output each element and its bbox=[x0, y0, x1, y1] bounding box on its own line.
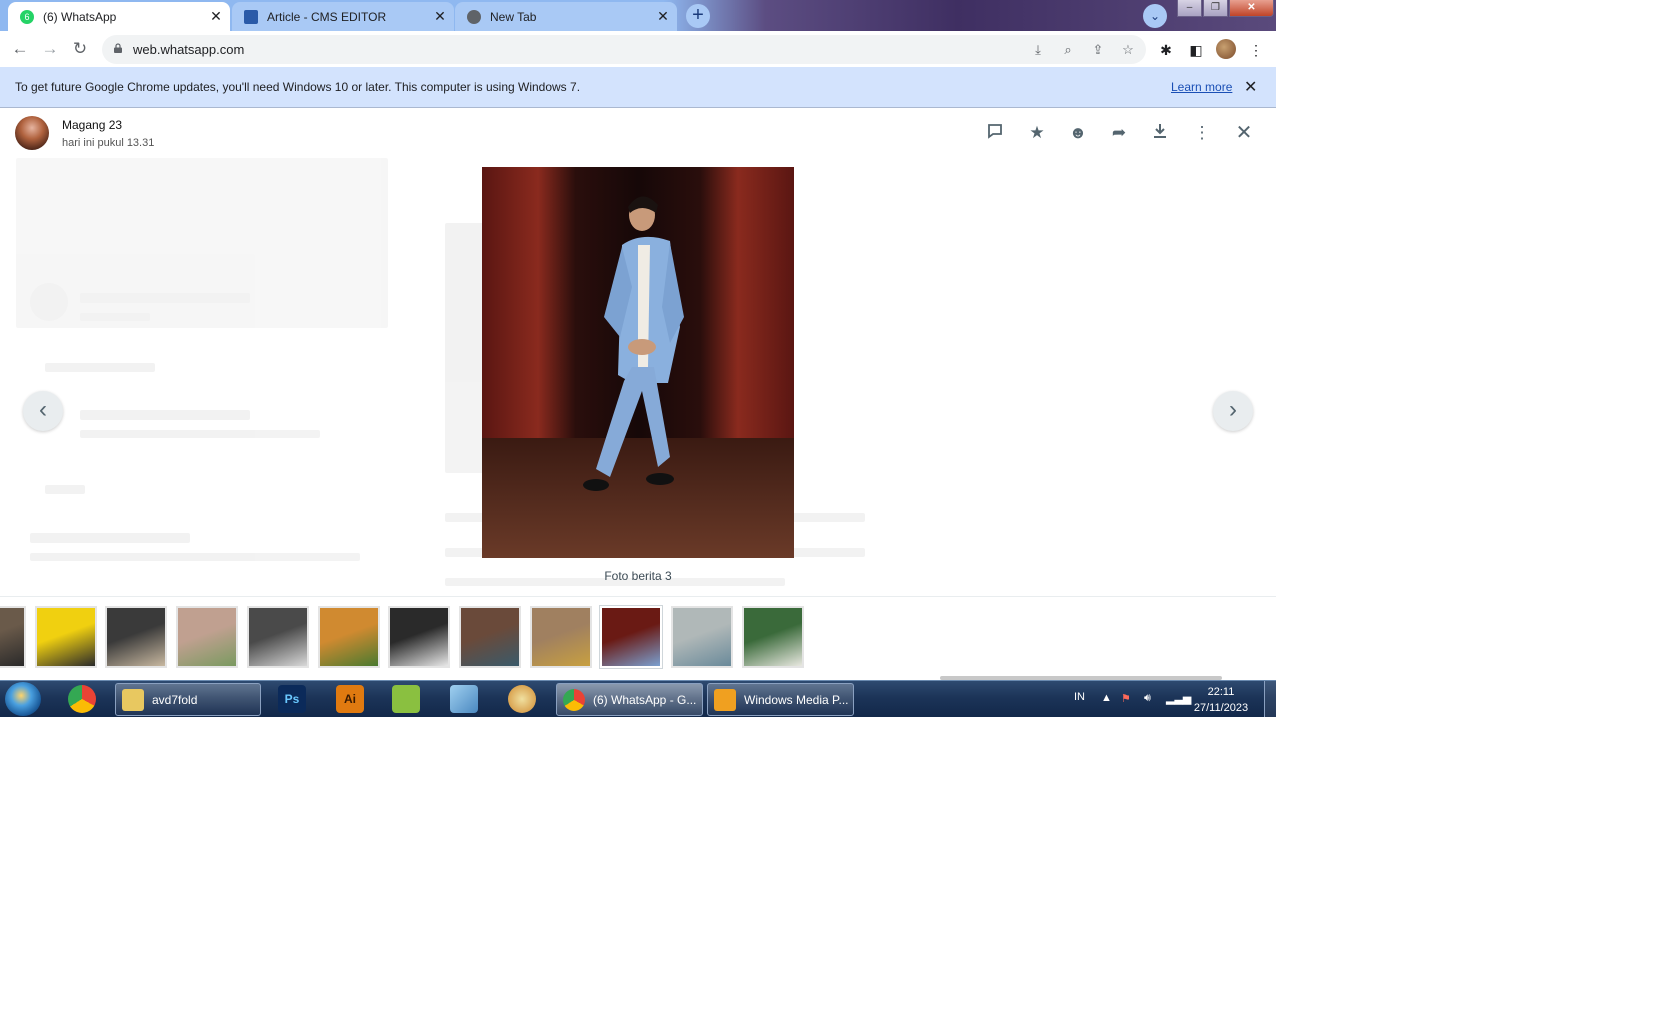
next-media-button[interactable]: › bbox=[1213, 391, 1253, 431]
tab-cms-editor[interactable]: Article - CMS EDITOR ✕ bbox=[232, 2, 454, 31]
react-emoji-icon[interactable]: ☻ bbox=[1067, 122, 1089, 144]
bookmark-star-icon[interactable]: ☆ bbox=[1118, 40, 1138, 60]
minimize-button[interactable]: – bbox=[1177, 0, 1202, 17]
volume-icon[interactable]: 🔊︎ bbox=[1144, 692, 1151, 705]
network-warning-icon[interactable]: ⚑ bbox=[1121, 692, 1131, 705]
tab-label: Article - CMS EDITOR bbox=[267, 9, 387, 24]
sketch-app-icon[interactable] bbox=[450, 685, 478, 713]
taskbar-window-media-player[interactable]: Windows Media P... bbox=[707, 683, 854, 716]
share-icon[interactable]: ⇪ bbox=[1088, 40, 1108, 60]
tab-label: (6) WhatsApp bbox=[43, 9, 117, 24]
media-thumbnail[interactable] bbox=[0, 606, 26, 668]
tab-search-button[interactable]: ⌄ bbox=[1143, 4, 1167, 28]
taskbar-window-label: Windows Media P... bbox=[744, 692, 849, 707]
message-timestamp: hari ini pukul 13.31 bbox=[62, 137, 155, 149]
media-thumbnail[interactable] bbox=[105, 606, 167, 668]
tab-label: New Tab bbox=[490, 9, 537, 24]
close-icon[interactable]: ✕ bbox=[655, 8, 671, 25]
taskbar-window-chrome[interactable]: (6) WhatsApp - G... bbox=[556, 683, 703, 716]
forward-icon[interactable]: ➦ bbox=[1108, 122, 1130, 144]
learn-more-link[interactable]: Learn more bbox=[1171, 80, 1232, 94]
thumbnail-strip bbox=[0, 596, 1276, 680]
close-icon[interactable]: ✕ bbox=[432, 8, 448, 25]
zoom-icon[interactable]: ⌕ bbox=[1058, 40, 1078, 60]
avatar[interactable] bbox=[15, 116, 49, 150]
folder-icon bbox=[122, 688, 144, 711]
illustrator-icon[interactable]: Ai bbox=[336, 685, 364, 713]
back-button[interactable]: ← bbox=[8, 37, 32, 61]
media-thumbnail[interactable] bbox=[671, 606, 733, 668]
tab-new-tab[interactable]: New Tab ✕ bbox=[455, 2, 677, 31]
media-thumbnail[interactable] bbox=[388, 606, 450, 668]
more-options-icon[interactable]: ⋮ bbox=[1191, 122, 1213, 144]
forward-button[interactable]: → bbox=[38, 37, 62, 61]
new-tab-button[interactable]: + bbox=[686, 4, 710, 28]
taskbar-window-explorer[interactable]: avd7fold bbox=[115, 683, 261, 716]
media-thumbnail[interactable] bbox=[530, 606, 592, 668]
extensions-icon[interactable]: ✱ bbox=[1156, 40, 1176, 60]
cms-icon bbox=[244, 9, 258, 24]
clock-time[interactable]: 22:11 bbox=[1190, 686, 1252, 698]
download-icon[interactable] bbox=[1149, 122, 1171, 144]
main-photo bbox=[482, 167, 794, 558]
media-thumbnail[interactable] bbox=[459, 606, 521, 668]
person-figure bbox=[583, 196, 684, 491]
star-icon[interactable]: ★ bbox=[1026, 122, 1048, 144]
infobar-close-icon[interactable]: ✕ bbox=[1244, 77, 1257, 97]
start-button[interactable] bbox=[5, 682, 41, 716]
show-hidden-icons-icon[interactable]: ▲ bbox=[1101, 692, 1112, 704]
update-infobar: To get future Google Chrome updates, you… bbox=[0, 67, 1276, 108]
window-close-button[interactable]: ✕ bbox=[1229, 0, 1274, 17]
install-app-icon[interactable]: ⤓ bbox=[1028, 40, 1048, 60]
paint-icon[interactable] bbox=[508, 685, 536, 713]
media-viewer: Magang 23 hari ini pukul 13.31 ★ ☻ ➦ ⋮ ✕ bbox=[0, 108, 1276, 680]
reload-button[interactable]: ↻ bbox=[68, 37, 92, 61]
restore-button[interactable]: ❐ bbox=[1203, 0, 1228, 17]
tab-strip: 6 (6) WhatsApp ✕ Article - CMS EDITOR ✕ … bbox=[0, 0, 1276, 31]
previous-media-button[interactable]: ‹ bbox=[23, 391, 63, 431]
go-to-message-icon[interactable] bbox=[984, 122, 1006, 144]
screen: 6 (6) WhatsApp ✕ Article - CMS EDITOR ✕ … bbox=[0, 0, 1276, 717]
url-text: web.whatsapp.com bbox=[133, 42, 245, 57]
media-thumbnail[interactable] bbox=[35, 606, 97, 668]
contact-name: Magang 23 bbox=[62, 118, 123, 132]
photo-caption: Foto berita 3 bbox=[604, 569, 672, 583]
close-viewer-icon[interactable]: ✕ bbox=[1233, 122, 1255, 144]
chrome-menu-icon[interactable]: ⋮ bbox=[1246, 40, 1266, 60]
close-icon[interactable]: ✕ bbox=[208, 8, 224, 25]
windows-taskbar: avd7fold Ps Ai (6) WhatsApp - G... Windo… bbox=[0, 680, 1276, 717]
viewer-header: Magang 23 hari ini pukul 13.31 ★ ☻ ➦ ⋮ ✕ bbox=[0, 108, 1276, 158]
media-thumbnail[interactable] bbox=[600, 606, 662, 668]
chrome-icon bbox=[467, 9, 481, 24]
media-thumbnail[interactable] bbox=[176, 606, 238, 668]
browser-toolbar: ← → ↻ web.whatsapp.com ⤓ ⌕ ⇪ ☆ ✱ ◧ ⋮ bbox=[0, 31, 1276, 67]
media-thumbnail[interactable] bbox=[742, 606, 804, 668]
language-indicator[interactable]: IN bbox=[1074, 691, 1085, 703]
side-panel-icon[interactable]: ◧ bbox=[1186, 40, 1206, 60]
taskbar-window-label: (6) WhatsApp - G... bbox=[593, 692, 697, 707]
media-player-icon bbox=[714, 688, 736, 711]
chrome-icon[interactable] bbox=[68, 685, 96, 713]
taskbar-window-label: avd7fold bbox=[152, 692, 198, 707]
photoshop-icon[interactable]: Ps bbox=[278, 685, 306, 713]
chrome-icon bbox=[563, 688, 585, 711]
media-thumbnail[interactable] bbox=[247, 606, 309, 668]
address-bar[interactable]: web.whatsapp.com ⤓ ⌕ ⇪ ☆ bbox=[102, 35, 1146, 64]
infobar-message: To get future Google Chrome updates, you… bbox=[15, 80, 581, 94]
signal-icon[interactable]: ▂▃▅ bbox=[1166, 692, 1191, 705]
clock-date[interactable]: 27/11/2023 bbox=[1190, 702, 1252, 714]
lock-icon bbox=[114, 43, 122, 53]
tab-whatsapp[interactable]: 6 (6) WhatsApp ✕ bbox=[8, 2, 230, 31]
notepad-plus-icon[interactable] bbox=[392, 685, 420, 713]
profile-avatar[interactable] bbox=[1216, 39, 1236, 59]
show-desktop-button[interactable] bbox=[1264, 681, 1276, 717]
media-thumbnail[interactable] bbox=[318, 606, 380, 668]
whatsapp-icon: 6 bbox=[20, 9, 34, 24]
